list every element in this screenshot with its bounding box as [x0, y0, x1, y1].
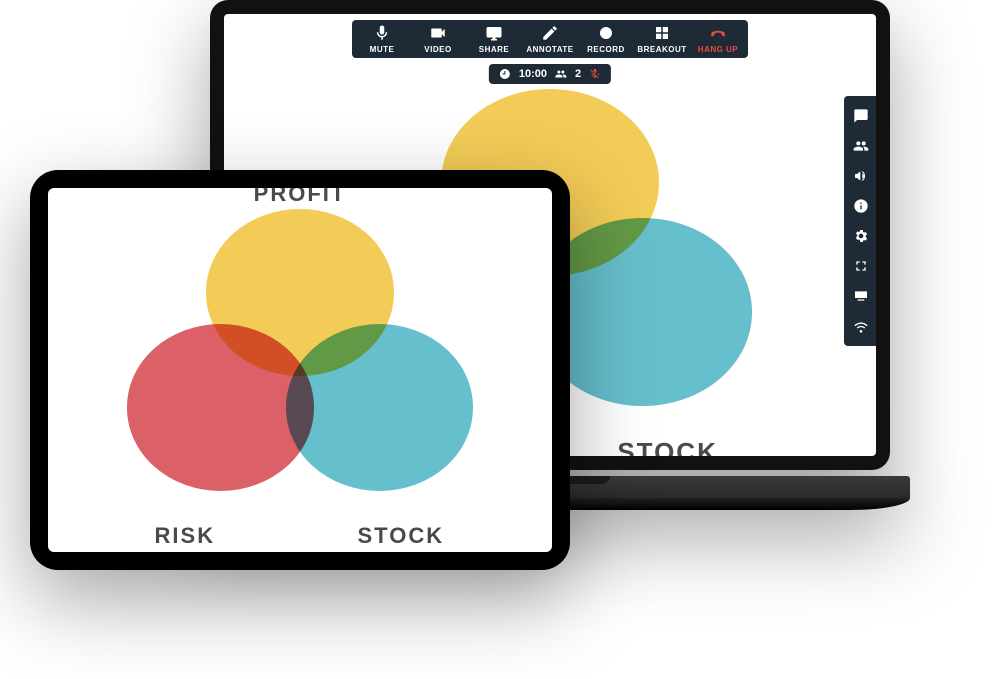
gear-icon — [853, 228, 869, 244]
conference-toolbar: MUTE VIDEO SHARE ANNOTATE — [352, 20, 748, 58]
record-label: RECORD — [587, 45, 625, 54]
venn-diagram-tablet: PROFIT RISK STOCK — [120, 203, 480, 523]
record-button[interactable]: RECORD — [578, 24, 634, 54]
share-button[interactable]: SHARE — [466, 24, 522, 54]
record-icon — [597, 24, 615, 42]
megaphone-icon — [853, 168, 869, 184]
hangup-label: HANG UP — [698, 45, 738, 54]
video-label: VIDEO — [424, 45, 451, 54]
screen-share-icon — [485, 24, 503, 42]
wifi-icon — [853, 318, 869, 334]
info-button[interactable] — [853, 198, 869, 214]
layout-icon — [853, 288, 869, 304]
venn-label-stock: STOCK — [617, 437, 718, 456]
video-button[interactable]: VIDEO — [410, 24, 466, 54]
breakout-label: BREAKOUT — [637, 45, 686, 54]
announce-button[interactable] — [853, 168, 869, 184]
venn-label-profit: PROFIT — [254, 188, 347, 207]
people-icon — [853, 138, 869, 154]
tablet-device: PROFIT RISK STOCK — [30, 170, 570, 570]
grid-icon — [653, 24, 671, 42]
mute-button[interactable]: MUTE — [354, 24, 410, 54]
stage: MUTE VIDEO SHARE ANNOTATE — [0, 0, 1000, 679]
network-button[interactable] — [853, 318, 869, 334]
settings-button[interactable] — [853, 228, 869, 244]
venn-label-risk: RISK — [155, 523, 216, 549]
side-panel — [844, 96, 876, 346]
breakout-button[interactable]: BREAKOUT — [634, 24, 690, 54]
participants-count: 2 — [575, 68, 581, 80]
mic-muted-icon — [589, 68, 601, 80]
annotate-label: ANNOTATE — [526, 45, 573, 54]
people-button[interactable] — [853, 138, 869, 154]
mute-label: MUTE — [370, 45, 395, 54]
pencil-icon — [541, 24, 559, 42]
microphone-icon — [373, 24, 391, 42]
annotate-button[interactable]: ANNOTATE — [522, 24, 578, 54]
clock-icon — [499, 68, 511, 80]
phone-hangup-icon — [709, 24, 727, 42]
venn-label-stock: STOCK — [357, 523, 444, 549]
layout-button[interactable] — [853, 288, 869, 304]
hangup-button[interactable]: HANG UP — [690, 24, 746, 54]
video-camera-icon — [429, 24, 447, 42]
status-pill: 10:00 2 — [489, 64, 611, 84]
chat-button[interactable] — [853, 108, 869, 124]
timer-value: 10:00 — [519, 68, 547, 80]
venn-circle-stock — [286, 324, 473, 490]
share-label: SHARE — [479, 45, 510, 54]
fullscreen-button[interactable] — [853, 258, 869, 274]
fullscreen-icon — [853, 258, 869, 274]
participants-icon — [555, 68, 567, 80]
tablet-screen: PROFIT RISK STOCK — [48, 188, 552, 552]
chat-icon — [853, 108, 869, 124]
info-icon — [853, 198, 869, 214]
